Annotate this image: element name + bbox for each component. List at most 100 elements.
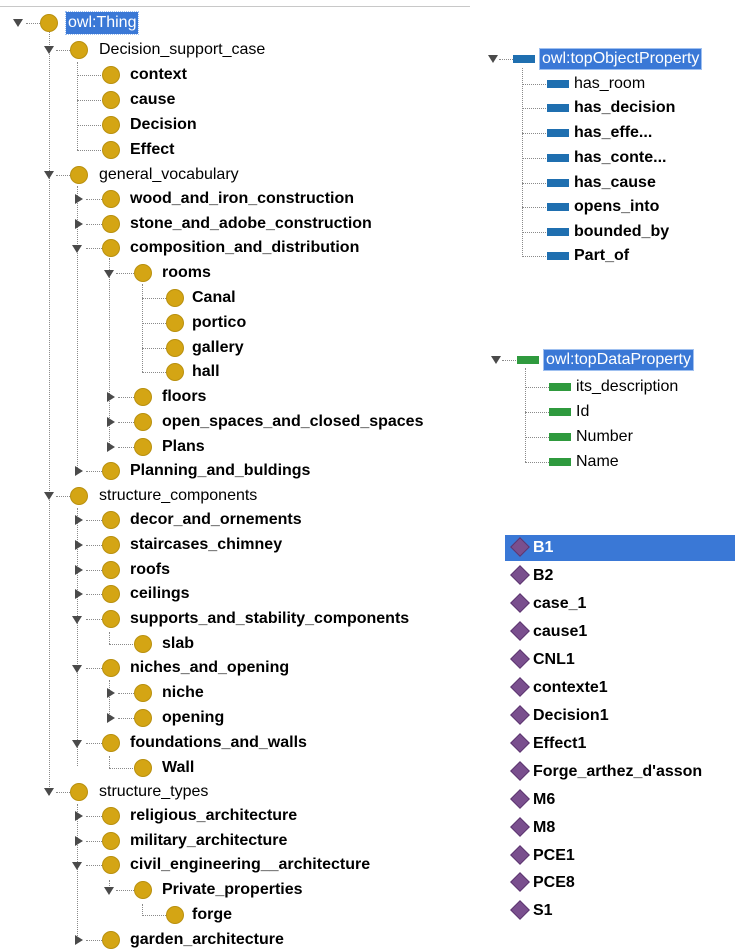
collapse-toggle[interactable] [72, 245, 82, 253]
object-property-item[interactable]: has_decision [574, 98, 675, 118]
object-property-item[interactable]: has_effe... [574, 123, 652, 143]
class-gallery[interactable]: gallery [192, 337, 244, 359]
class-staircases-chimney[interactable]: staircases_chimney [130, 534, 282, 556]
expand-toggle[interactable] [107, 713, 115, 723]
class-foundations-and-walls[interactable]: foundations_and_walls [130, 732, 307, 754]
class-wood-and-iron[interactable]: wood_and_iron_construction [130, 188, 354, 210]
object-property-item[interactable]: has_room [574, 74, 645, 94]
class-decor-and-ornements[interactable]: decor_and_ornements [130, 509, 302, 531]
collapse-toggle[interactable] [72, 740, 82, 748]
collapse-toggle[interactable] [488, 55, 498, 63]
data-property-item[interactable]: its_description [576, 377, 678, 397]
expand-toggle[interactable] [75, 935, 83, 945]
object-property-item[interactable]: Part_of [574, 246, 629, 266]
class-canal[interactable]: Canal [192, 287, 236, 309]
class-private-properties[interactable]: Private_properties [162, 879, 303, 901]
class-icon [102, 856, 120, 874]
individual-item[interactable]: B1 [505, 535, 735, 561]
individual-item[interactable]: CNL1 [505, 647, 735, 673]
data-property-root[interactable]: owl:topDataProperty [543, 349, 694, 371]
class-composition[interactable]: composition_and_distribution [130, 237, 359, 259]
class-niches-and-opening[interactable]: niches_and_opening [130, 657, 289, 679]
collapse-toggle[interactable] [72, 616, 82, 624]
expand-toggle[interactable] [107, 688, 115, 698]
collapse-toggle[interactable] [104, 887, 114, 895]
expand-toggle[interactable] [75, 466, 83, 476]
data-property-item[interactable]: Name [576, 452, 619, 472]
class-forge[interactable]: forge [192, 904, 232, 926]
class-effect[interactable]: Effect [130, 139, 174, 161]
collapse-toggle[interactable] [491, 356, 501, 364]
collapse-toggle[interactable] [104, 270, 114, 278]
collapse-toggle[interactable] [72, 862, 82, 870]
class-roofs[interactable]: roofs [130, 559, 170, 581]
class-structure-types[interactable]: structure_types [99, 781, 208, 803]
tree-branch-line [86, 471, 102, 472]
class-niche[interactable]: niche [162, 682, 204, 704]
class-ceilings[interactable]: ceilings [130, 583, 190, 605]
class-plans[interactable]: Plans [162, 436, 205, 458]
class-general-vocabulary[interactable]: general_vocabulary [99, 164, 239, 186]
collapse-toggle[interactable] [44, 171, 54, 179]
class-floors[interactable]: floors [162, 386, 206, 408]
expand-toggle[interactable] [107, 417, 115, 427]
individual-item[interactable]: M8 [505, 815, 735, 841]
class-portico[interactable]: portico [192, 312, 246, 334]
collapse-toggle[interactable] [44, 492, 54, 500]
object-property-item[interactable]: has_conte... [574, 148, 666, 168]
object-property-root[interactable]: owl:topObjectProperty [538, 48, 703, 70]
collapse-toggle[interactable] [44, 46, 54, 54]
class-supports-and-stability[interactable]: supports_and_stability_components [130, 608, 409, 630]
class-rooms[interactable]: rooms [162, 262, 211, 284]
individual-item[interactable]: Forge_arthez_d'asson [505, 759, 735, 785]
individual-item[interactable]: case_1 [505, 591, 735, 617]
class-garden-architecture[interactable]: garden_architecture [130, 929, 284, 951]
individual-item[interactable]: PCE8 [505, 870, 735, 896]
class-cause[interactable]: cause [130, 89, 175, 111]
object-property-item[interactable]: bounded_by [574, 222, 669, 242]
class-civil-engineering[interactable]: civil_engineering__architecture [130, 854, 370, 876]
class-religious-architecture[interactable]: religious_architecture [130, 805, 297, 827]
individual-item[interactable]: PCE1 [505, 843, 735, 869]
class-military-architecture[interactable]: military_architecture [130, 830, 287, 852]
class-context[interactable]: context [130, 64, 187, 86]
class-planning-and-buldings[interactable]: Planning_and_buldings [130, 460, 310, 482]
expand-toggle[interactable] [75, 219, 83, 229]
individual-item[interactable]: M6 [505, 787, 735, 813]
individual-item[interactable]: contexte1 [505, 675, 735, 701]
expand-toggle[interactable] [107, 392, 115, 402]
data-property-item[interactable]: Id [576, 402, 589, 422]
tree-branch-line [86, 594, 102, 595]
collapse-toggle[interactable] [13, 19, 23, 27]
class-decision[interactable]: Decision [130, 114, 197, 136]
object-property-item[interactable]: opens_into [574, 197, 659, 217]
expand-toggle[interactable] [75, 811, 83, 821]
individual-item[interactable]: Decision1 [505, 703, 735, 729]
class-hall[interactable]: hall [192, 361, 220, 383]
expand-toggle[interactable] [75, 540, 83, 550]
class-owl-thing[interactable]: owl:Thing [64, 11, 140, 35]
class-decision-support-case[interactable]: Decision_support_case [99, 39, 265, 61]
class-icon [134, 635, 152, 653]
individual-item[interactable]: cause1 [505, 619, 735, 645]
class-opening[interactable]: opening [162, 707, 224, 729]
expand-toggle[interactable] [75, 515, 83, 525]
class-stone-and-adobe[interactable]: stone_and_adobe_construction [130, 213, 372, 235]
class-wall[interactable]: Wall [162, 757, 194, 779]
expand-toggle[interactable] [107, 442, 115, 452]
individual-item[interactable]: B2 [505, 563, 735, 589]
collapse-toggle[interactable] [72, 665, 82, 673]
expand-toggle[interactable] [75, 194, 83, 204]
class-open-closed-spaces[interactable]: open_spaces_and_closed_spaces [162, 411, 423, 433]
collapse-toggle[interactable] [44, 788, 54, 796]
object-property-item[interactable]: has_cause [574, 173, 656, 193]
expand-toggle[interactable] [75, 836, 83, 846]
expand-toggle[interactable] [75, 589, 83, 599]
individual-item[interactable]: Effect1 [505, 731, 735, 757]
class-slab[interactable]: slab [162, 633, 194, 655]
tree-branch-line [118, 397, 134, 398]
class-structure-components[interactable]: structure_components [99, 485, 257, 507]
expand-toggle[interactable] [75, 565, 83, 575]
individual-item[interactable]: S1 [505, 898, 735, 924]
data-property-item[interactable]: Number [576, 427, 633, 447]
